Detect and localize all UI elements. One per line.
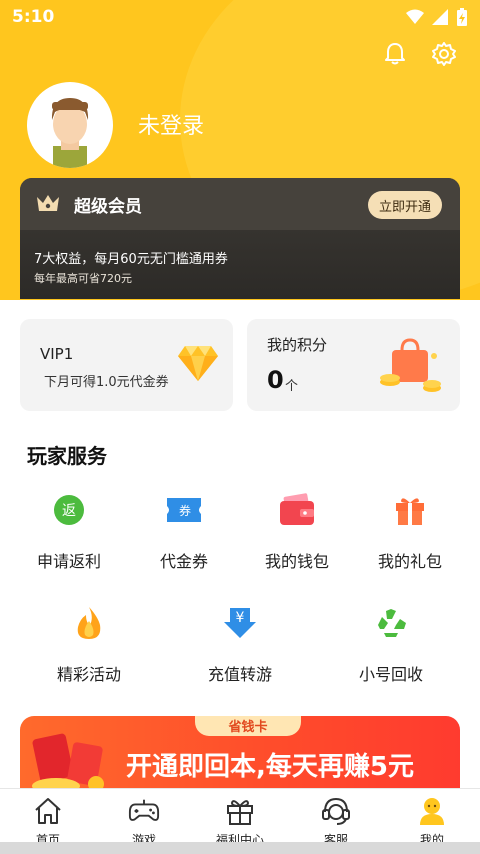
recharge-transfer-item[interactable]: ¥ 充值转游 [185, 603, 295, 685]
recycle-icon [378, 609, 406, 637]
open-vip-button[interactable]: 立即开通 [368, 191, 442, 219]
player-services-title: 玩家服务 [27, 444, 107, 468]
gamepad-icon [128, 799, 160, 821]
service-label: 代金券 [159, 552, 208, 571]
settings-gear-icon[interactable] [432, 42, 456, 66]
wallet-icon [280, 493, 314, 525]
service-label: 充值转游 [207, 665, 272, 684]
signal-icon [432, 9, 448, 25]
vip-title: 超级会员 [74, 197, 142, 217]
service-label: 我的钱包 [264, 552, 329, 571]
points-title: 我的积分 [267, 336, 328, 354]
status-icons [406, 8, 468, 26]
rebate-icon: 返 [54, 495, 84, 525]
points-card[interactable]: 我的积分 0 个 [247, 319, 460, 411]
points-unit: 个 [285, 379, 299, 394]
svg-text:券: 券 [179, 503, 191, 518]
wifi-icon [406, 9, 424, 24]
service-label: 精彩活动 [56, 665, 121, 684]
promo-tag: 省钱卡 [195, 716, 301, 736]
system-navigation-bar [0, 842, 480, 854]
service-label: 申请返利 [36, 552, 101, 571]
gift-icon [396, 498, 424, 525]
service-label: 我的礼包 [377, 552, 442, 571]
money-saving-card-banner[interactable]: 省钱卡 开通即回本,每天再赚5元 [20, 716, 460, 798]
recharge-arrow-icon: ¥ [224, 608, 256, 638]
user-profile-icon [420, 798, 444, 825]
svg-text:返: 返 [62, 503, 76, 519]
super-vip-card[interactable]: 超级会员 立即开通 7大权益，每月60元无门槛通用券 每年最高可省720元 [20, 178, 460, 299]
points-value: 0 [267, 366, 284, 394]
apply-rebate-item[interactable]: 返 申请返利 [14, 490, 124, 572]
bell-icon[interactable] [384, 42, 406, 66]
my-wallet-item[interactable]: 我的钱包 [242, 490, 352, 572]
gift-box-icon [227, 800, 253, 825]
account-recycle-item[interactable]: 小号回收 [336, 603, 446, 685]
promo-headline: 开通即回本,每天再赚5元 [126, 752, 414, 782]
login-status[interactable]: 未登录 [138, 108, 204, 140]
diamond-icon [178, 346, 218, 381]
status-time: 5:10 [12, 7, 55, 27]
vip-level-description: 下月可得1.0元代金券 [44, 375, 169, 390]
home-icon [35, 798, 61, 824]
activities-item[interactable]: 精彩活动 [34, 603, 144, 685]
crown-icon [37, 195, 59, 211]
status-bar: 5:10 [0, 0, 480, 34]
service-label: 小号回收 [358, 665, 423, 684]
shopping-bag-coins-icon [380, 338, 441, 392]
vip-description: 7大权益，每月60元无门槛通用券 [34, 252, 228, 267]
header-actions [384, 42, 456, 66]
vip-level: VIP1 [40, 345, 74, 363]
my-gift-pack-item[interactable]: 我的礼包 [355, 490, 465, 572]
flame-icon [77, 607, 101, 639]
coupon-icon: 券 [167, 498, 201, 522]
coupon-item[interactable]: 券 代金券 [129, 490, 239, 572]
svg-text:¥: ¥ [236, 610, 245, 626]
avatar[interactable] [27, 82, 113, 168]
vip-level-card[interactable]: VIP1 下月可得1.0元代金券 [20, 319, 233, 411]
vip-savings: 每年最高可省720元 [34, 272, 132, 285]
headset-icon [322, 797, 350, 825]
battery-icon [457, 8, 467, 26]
